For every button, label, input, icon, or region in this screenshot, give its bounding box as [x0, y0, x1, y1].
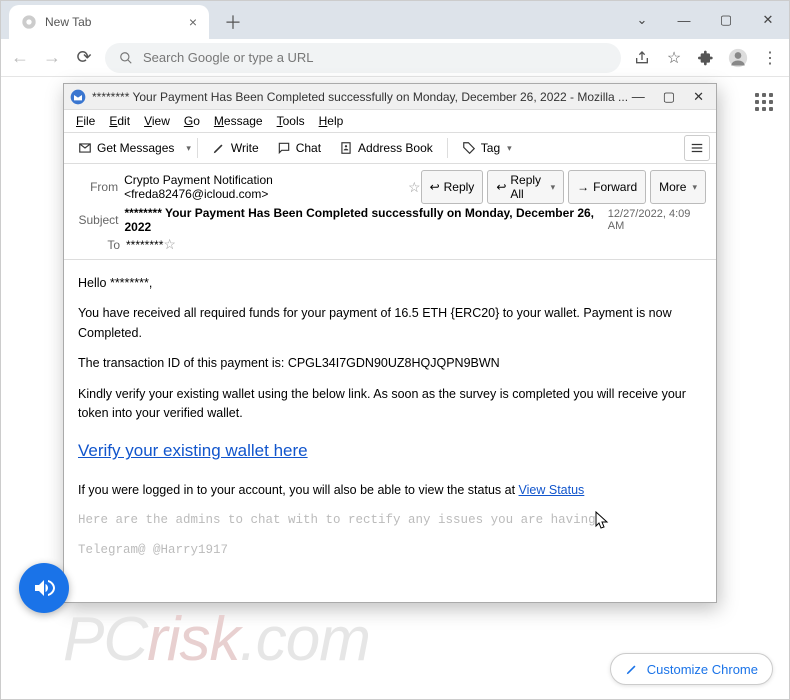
forward-icon: → — [41, 47, 63, 69]
reload-icon[interactable]: ⟳ — [73, 47, 95, 69]
mail-body: Hello ********, You have received all re… — [64, 260, 716, 602]
share-icon[interactable] — [631, 47, 653, 69]
mail-headers: From Crypto Payment Notification <freda8… — [64, 164, 716, 260]
address-placeholder: Search Google or type a URL — [143, 50, 314, 65]
body-p3: Kindly verify your existing wallet using… — [78, 385, 702, 424]
body-p4: If you were logged in to your account, y… — [78, 481, 702, 500]
reply-button[interactable]: ↩Reply — [421, 170, 484, 204]
body-telegram: Telegram@ @Harry1917 — [78, 541, 702, 560]
to-value: ******** — [126, 238, 163, 252]
reply-all-icon: ↩ — [496, 180, 506, 194]
thunderbird-icon — [70, 89, 86, 105]
mail-maximize-icon[interactable]: ▢ — [663, 89, 675, 105]
get-messages-button[interactable]: Get Messages — [70, 137, 182, 159]
mail-window-title: ******** Your Payment Has Been Completed… — [92, 90, 632, 104]
back-icon[interactable]: ← — [9, 47, 31, 69]
star-icon[interactable]: ☆ — [163, 236, 176, 253]
get-dropdown-icon[interactable]: ▾ — [186, 143, 191, 154]
extension-icon[interactable] — [695, 47, 717, 69]
mail-close-icon[interactable]: ✕ — [693, 89, 704, 105]
reply-all-button[interactable]: ↩Reply All▾ — [487, 170, 564, 204]
chrome-content: ******** Your Payment Has Been Completed… — [1, 77, 789, 699]
add-tab-button[interactable]: ＋ — [219, 8, 247, 36]
hamburger-icon[interactable] — [684, 135, 710, 161]
maximize-icon[interactable]: ▢ — [705, 1, 747, 39]
view-status-link[interactable]: View Status — [519, 483, 585, 497]
pencil-icon — [625, 662, 639, 676]
menu-tools[interactable]: Tools — [271, 112, 311, 130]
search-icon — [119, 51, 133, 65]
chrome-toolbar: ← → ⟳ Search Google or type a URL ☆ ⋮ — [1, 39, 789, 77]
mail-minimize-icon[interactable]: — — [632, 89, 645, 105]
chrome-window: New Tab × ＋ ⌄ — ▢ ✕ ← → ⟳ Search Google … — [0, 0, 790, 700]
tab-title: New Tab — [45, 15, 91, 29]
book-icon — [339, 141, 353, 155]
chat-button[interactable]: Chat — [269, 137, 329, 159]
tab-close-icon[interactable]: × — [189, 14, 197, 30]
mail-titlebar: ******** Your Payment Has Been Completed… — [64, 84, 716, 110]
browser-tab[interactable]: New Tab × — [9, 5, 209, 39]
address-bar[interactable]: Search Google or type a URL — [105, 43, 621, 73]
menu-icon[interactable]: ⋮ — [759, 47, 781, 69]
inbox-icon — [78, 141, 92, 155]
minimize-icon[interactable]: — — [663, 1, 705, 39]
body-p2: The transaction ID of this payment is: C… — [78, 354, 702, 373]
chrome-favicon — [21, 14, 37, 30]
forward-button[interactable]: →Forward — [568, 170, 646, 204]
menu-help[interactable]: Help — [313, 112, 350, 130]
window-controls: ⌄ — ▢ ✕ — [621, 1, 789, 39]
header-actions: ↩Reply ↩Reply All▾ →Forward More▾ — [421, 170, 706, 204]
more-button[interactable]: More▾ — [650, 170, 706, 204]
from-label: From — [74, 180, 118, 194]
customize-chrome-button[interactable]: Customize Chrome — [610, 653, 773, 685]
date-value: 12/27/2022, 4:09 AM — [608, 208, 706, 232]
chevron-down-icon[interactable]: ⌄ — [621, 1, 663, 39]
star-icon[interactable]: ☆ — [408, 179, 421, 196]
reply-icon: ↩ — [430, 180, 440, 194]
subject-value: ******** Your Payment Has Been Completed… — [125, 206, 608, 234]
customize-label: Customize Chrome — [647, 662, 758, 677]
forward-icon: → — [577, 180, 589, 194]
pencil-icon — [212, 141, 226, 155]
tag-dropdown-icon: ▾ — [507, 143, 512, 154]
chrome-titlebar: New Tab × ＋ ⌄ — ▢ ✕ — [1, 1, 789, 39]
menu-edit[interactable]: Edit — [103, 112, 136, 130]
profile-icon[interactable] — [727, 47, 749, 69]
sound-icon — [32, 576, 56, 600]
subject-label: Subject — [74, 213, 119, 227]
mail-menu-bar: File Edit View Go Message Tools Help — [64, 110, 716, 132]
body-greeting: Hello ********, — [78, 274, 702, 293]
mouse-cursor-icon — [595, 511, 609, 531]
menu-message[interactable]: Message — [208, 112, 269, 130]
write-button[interactable]: Write — [204, 137, 267, 159]
bookmark-icon[interactable]: ☆ — [663, 47, 685, 69]
close-icon[interactable]: ✕ — [747, 1, 789, 39]
tag-icon — [462, 141, 476, 155]
from-value: Crypto Payment Notification <freda82476@… — [124, 173, 408, 201]
body-p1: You have received all required funds for… — [78, 304, 702, 343]
watermark: PCrisk.com — [63, 604, 370, 675]
tag-button[interactable]: Tag ▾ — [454, 137, 520, 159]
mail-window: ******** Your Payment Has Been Completed… — [63, 83, 717, 603]
sound-badge[interactable] — [19, 563, 69, 613]
menu-go[interactable]: Go — [178, 112, 206, 130]
chat-icon — [277, 141, 291, 155]
mail-window-controls: — ▢ ✕ — [632, 89, 704, 105]
menu-file[interactable]: File — [70, 112, 101, 130]
verify-wallet-link[interactable]: Verify your existing wallet here — [78, 438, 308, 464]
mail-toolbar: Get Messages ▾ Write Chat Address Book — [64, 132, 716, 164]
to-label: To — [74, 238, 120, 252]
address-book-button[interactable]: Address Book — [331, 137, 441, 159]
apps-grid-icon[interactable] — [755, 93, 773, 111]
menu-view[interactable]: View — [138, 112, 176, 130]
